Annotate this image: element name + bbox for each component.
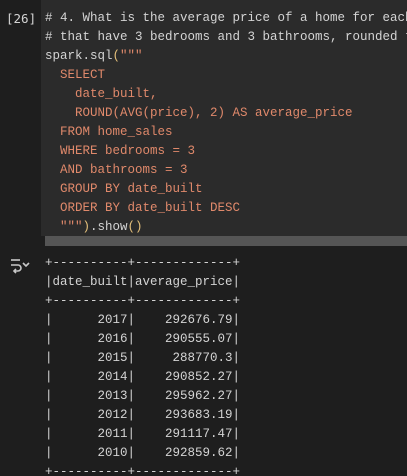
cell-output: +----------+-------------+ |date_built|a… (0, 246, 407, 476)
output-table: +----------+-------------+ |date_built|a… (45, 254, 240, 476)
scrollbar-thumb[interactable] (45, 236, 407, 246)
code-line-order-by: ORDER BY date_built DESC (45, 201, 241, 215)
table-row: | 2017| 292676.79| (45, 313, 241, 327)
code-line-round-avg: ROUND(AVG(price), 2) AS average_price (45, 106, 353, 120)
table-rows: | 2017| 292676.79| | 2016| 290555.07| | … (45, 313, 240, 460)
table-row: | 2010| 292859.62| (45, 446, 241, 460)
table-row: | 2016| 290555.07| (45, 332, 241, 346)
table-row: | 2015| 288770.3| (45, 351, 241, 365)
code-line-group-by: GROUP BY date_built (45, 182, 203, 196)
table-border-top: +----------+-------------+ (45, 256, 241, 270)
code-line-and: AND bathrooms = 3 (45, 163, 188, 177)
output-collapse-icon[interactable] (9, 256, 31, 274)
execution-count: [26] (6, 11, 37, 26)
code-line-where: WHERE bedrooms = 3 (45, 144, 196, 158)
table-row: | 2014| 290852.27| (45, 370, 241, 384)
code-editor[interactable]: # 4. What is the average price of a home… (41, 0, 407, 236)
table-row: | 2012| 293683.19| (45, 408, 241, 422)
code-line-show: """).show() (45, 220, 143, 234)
code-line-from: FROM home_sales (45, 125, 173, 139)
notebook: [26] # 4. What is the average price of a… (0, 0, 407, 476)
table-header: |date_built|average_price| (45, 275, 241, 289)
code-line-date-built: date_built, (45, 87, 158, 101)
code-line-comment-2: # that have 3 bedrooms and 3 bathrooms, … (45, 30, 407, 44)
horizontal-scrollbar[interactable] (45, 236, 407, 246)
code-line-comment-1: # 4. What is the average price of a home… (45, 11, 407, 25)
code-block: # 4. What is the average price of a home… (45, 9, 407, 236)
code-line-select: SELECT (45, 68, 106, 82)
table-border-bottom: +----------+-------------+ (45, 465, 241, 476)
table-border-mid: +----------+-------------+ (45, 294, 241, 308)
code-line-spark-sql: spark.sql(""" (45, 49, 143, 63)
table-row: | 2011| 291117.47| (45, 427, 241, 441)
code-cell: [26] # 4. What is the average price of a… (0, 0, 407, 246)
table-row: | 2013| 295962.27| (45, 389, 241, 403)
output-toggle-svg (11, 259, 30, 274)
